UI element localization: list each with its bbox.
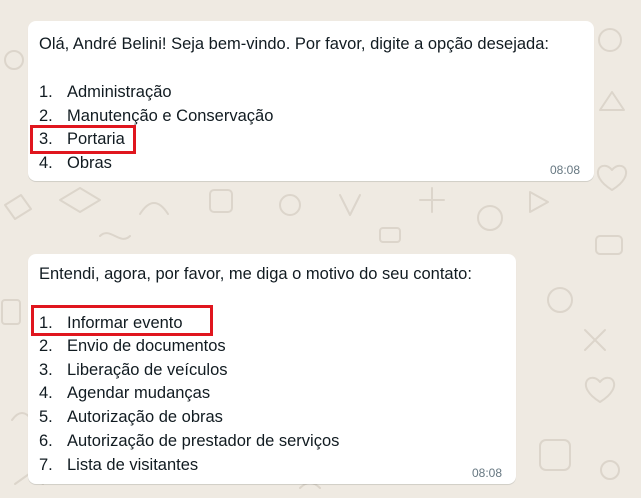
option-item: 4. Obras xyxy=(39,153,112,173)
option-label: Autorização de obras xyxy=(67,408,223,426)
option-number: 3. xyxy=(39,130,53,148)
option-number: 4. xyxy=(39,384,53,402)
option-number: 2. xyxy=(39,107,53,125)
option-label: Informar evento xyxy=(67,314,183,332)
option-number: 5. xyxy=(39,408,53,426)
option-number: 6. xyxy=(39,432,53,450)
option-label: Agendar mudanças xyxy=(67,384,211,402)
message-bubble-2[interactable]: Entendi, agora, por favor, me diga o mot… xyxy=(28,254,516,484)
option-label: Lista de visitantes xyxy=(67,456,199,474)
message-timestamp: 08:08 xyxy=(549,163,580,177)
option-item: 7. Lista de visitantes xyxy=(39,455,198,475)
option-label: Envio de documentos xyxy=(67,337,226,355)
option-number: 1. xyxy=(39,314,53,332)
option-number: 3. xyxy=(39,361,53,379)
option-label: Administração xyxy=(67,83,172,101)
option-item: 1. Administração xyxy=(39,82,172,102)
option-item: 2. Manutenção e Conservação xyxy=(39,106,273,126)
message-bubble-1[interactable]: Olá, André Belini! Seja bem-vindo. Por f… xyxy=(28,21,594,181)
option-label: Autorização de prestador de serviços xyxy=(67,432,340,450)
message-text: Olá, André Belini! Seja bem-vindo. Por f… xyxy=(39,35,549,53)
option-item: 5. Autorização de obras xyxy=(39,407,223,427)
option-label: Obras xyxy=(67,154,112,172)
option-label: Portaria xyxy=(67,130,125,148)
option-number: 2. xyxy=(39,337,53,355)
option-item: 3. Portaria xyxy=(39,129,125,149)
option-item: 1. Informar evento xyxy=(39,313,183,333)
option-item: 6. Autorização de prestador de serviços xyxy=(39,431,339,451)
message-text: Entendi, agora, por favor, me diga o mot… xyxy=(39,265,472,283)
option-label: Manutenção e Conservação xyxy=(67,107,274,125)
option-number: 1. xyxy=(39,83,53,101)
option-item: 3. Liberação de veículos xyxy=(39,360,228,380)
option-item: 2. Envio de documentos xyxy=(39,336,226,356)
option-item: 4. Agendar mudanças xyxy=(39,383,210,403)
option-number: 4. xyxy=(39,154,53,172)
message-timestamp: 08:08 xyxy=(471,466,502,480)
option-number: 7. xyxy=(39,456,53,474)
option-label: Liberação de veículos xyxy=(67,361,228,379)
